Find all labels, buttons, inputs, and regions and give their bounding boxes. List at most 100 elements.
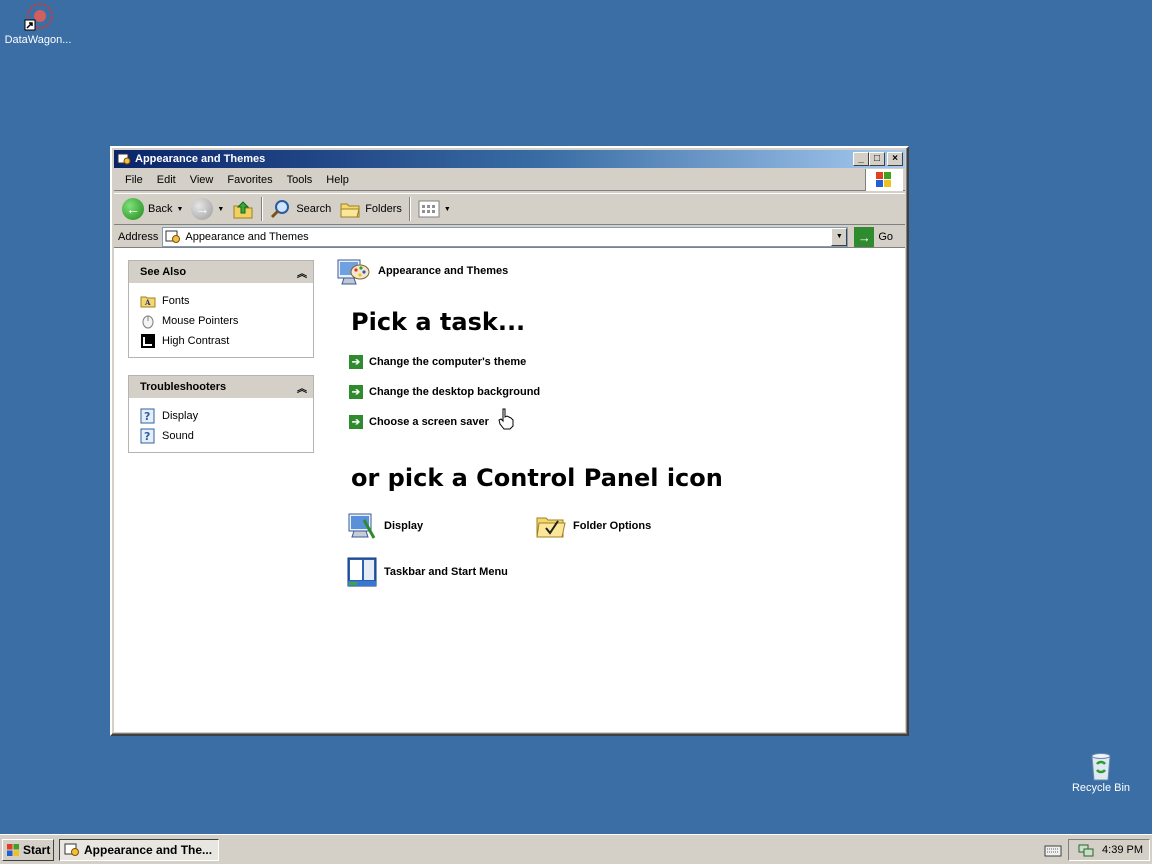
start-button[interactable]: Start: [2, 839, 54, 861]
collapse-chevron-icon[interactable]: ︽: [297, 265, 307, 280]
dropdown-arrow-icon[interactable]: ▼: [444, 206, 451, 213]
address-dropdown-button[interactable]: ▼: [831, 228, 848, 246]
troubleshooters-header[interactable]: Troubleshooters ︽: [129, 376, 313, 398]
menu-tools[interactable]: Tools: [280, 172, 320, 188]
task-change-theme[interactable]: ➔ Change the computer's theme: [349, 355, 526, 369]
desktop-icon-recycle-bin[interactable]: Recycle Bin: [1066, 750, 1136, 794]
pick-task-heading: Pick a task...: [351, 308, 526, 336]
fonts-folder-icon: A: [140, 296, 156, 308]
green-arrow-icon: ➔: [349, 415, 363, 429]
see-also-item-mouse-pointers[interactable]: Mouse Pointers: [140, 311, 313, 331]
cpl-taskbar-start-menu[interactable]: Taskbar and Start Menu: [346, 556, 508, 588]
see-also-item-fonts[interactable]: A Fonts: [140, 291, 313, 311]
dropdown-arrow-icon[interactable]: ▼: [217, 206, 224, 213]
start-label: Start: [23, 843, 51, 857]
menu-view[interactable]: View: [183, 172, 221, 188]
troubleshooter-label: Display: [162, 410, 199, 422]
help-icon: ?: [140, 428, 155, 444]
task-change-background[interactable]: ➔ Change the desktop background: [349, 385, 540, 399]
datawagon-shortcut-icon: [24, 3, 53, 31]
go-button[interactable]: → Go: [854, 227, 893, 247]
system-tray: 4:39 PM: [1068, 839, 1150, 861]
window-controls: _ □ ×: [853, 152, 903, 166]
toolbar: ← Back ▼ → ▼ Search Folders ▼: [114, 193, 905, 225]
task-choose-screensaver[interactable]: ➔ Choose a screen saver: [349, 415, 489, 429]
taskbar-item-appearance-themes[interactable]: Appearance and The...: [59, 839, 219, 861]
folders-button[interactable]: Folders: [335, 196, 406, 222]
see-also-label: Mouse Pointers: [162, 315, 239, 327]
help-icon: ?: [140, 408, 155, 424]
clock[interactable]: 4:39 PM: [1102, 844, 1143, 856]
appearance-themes-icon: [337, 259, 370, 285]
green-arrow-icon: ➔: [349, 355, 363, 369]
see-also-panel: See Also ︽ A Fonts Mouse Pointers High C…: [128, 260, 314, 358]
see-also-label: Fonts: [162, 295, 190, 307]
troubleshooter-item-display[interactable]: ? Display: [140, 406, 313, 426]
task-label: Choose a screen saver: [369, 416, 489, 428]
search-icon: [271, 200, 290, 219]
svg-text:?: ?: [144, 410, 150, 423]
task-label: Change the computer's theme: [369, 356, 527, 368]
green-arrow-icon: ➔: [349, 385, 363, 399]
views-icon: [418, 200, 440, 218]
network-icon[interactable]: [1078, 842, 1094, 858]
category-title: Appearance and Themes: [378, 265, 509, 277]
menu-favorites[interactable]: Favorites: [220, 172, 279, 188]
cpl-label: Folder Options: [573, 520, 652, 532]
address-field[interactable]: Appearance and Themes ▼: [162, 227, 849, 247]
back-arrow-icon: ←: [122, 198, 144, 220]
menu-file[interactable]: File: [118, 172, 150, 188]
main-pane: Appearance and Themes Pick a task... ➔ C…: [336, 248, 905, 732]
high-contrast-icon: [141, 334, 155, 348]
see-also-header[interactable]: See Also ︽: [129, 261, 313, 283]
close-button[interactable]: ×: [887, 152, 903, 166]
content-area: See Also ︽ A Fonts Mouse Pointers High C…: [114, 247, 905, 732]
mouse-icon: [142, 315, 154, 329]
desktop-icon-datawagon[interactable]: DataWagon...: [0, 2, 76, 46]
maximize-button[interactable]: □: [869, 152, 885, 166]
see-also-title: See Also: [140, 266, 187, 278]
windows-flag-icon: [7, 844, 19, 856]
cpl-display[interactable]: Display: [346, 510, 423, 542]
taskbar-item-label: Appearance and The...: [84, 843, 213, 857]
troubleshooter-item-sound[interactable]: ? Sound: [140, 426, 313, 446]
folders-icon: [340, 203, 360, 218]
cpl-label: Display: [384, 520, 424, 532]
cpl-label: Taskbar and Start Menu: [384, 566, 508, 578]
windows-logo: [865, 169, 903, 191]
keyboard-icon[interactable]: [1044, 843, 1062, 857]
display-icon: [348, 513, 376, 539]
go-arrow-icon: →: [854, 227, 875, 247]
dropdown-arrow-icon[interactable]: ▼: [176, 206, 183, 213]
back-label: Back: [148, 203, 173, 215]
menu-bar: File Edit View Favorites Tools Help: [114, 169, 905, 191]
hand-cursor-icon: [498, 408, 514, 430]
title-bar[interactable]: Appearance and Themes _ □ ×: [114, 150, 905, 168]
folder-up-icon: [233, 201, 253, 219]
svg-text:A: A: [144, 298, 151, 307]
views-button[interactable]: ▼: [414, 196, 455, 222]
menu-edit[interactable]: Edit: [150, 172, 183, 188]
task-label: Change the desktop background: [369, 386, 541, 398]
back-button[interactable]: ← Back ▼: [118, 196, 187, 222]
see-also-item-high-contrast[interactable]: High Contrast: [140, 331, 313, 351]
go-label: Go: [878, 231, 894, 243]
minimize-button[interactable]: _: [853, 152, 869, 166]
menu-help[interactable]: Help: [319, 172, 356, 188]
explorer-window: Appearance and Themes _ □ × File Edit Vi…: [110, 146, 909, 736]
address-value: Appearance and Themes: [185, 231, 309, 243]
troubleshooter-label: Sound: [162, 430, 194, 442]
recycle-bin-icon: [1091, 753, 1111, 781]
troubleshooters-title: Troubleshooters: [140, 381, 227, 393]
up-button[interactable]: [228, 196, 258, 222]
address-label: Address: [118, 231, 159, 243]
appearance-themes-icon: [117, 153, 131, 165]
see-also-label: High Contrast: [162, 335, 230, 347]
collapse-chevron-icon[interactable]: ︽: [297, 380, 307, 395]
appearance-themes-icon: [64, 843, 79, 856]
forward-button[interactable]: → ▼: [187, 196, 228, 222]
toolbar-separator: [261, 197, 264, 221]
desktop-icon-label: Recycle Bin: [1071, 782, 1131, 794]
cpl-folder-options[interactable]: Folder Options: [535, 510, 651, 542]
search-button[interactable]: Search: [266, 196, 335, 222]
